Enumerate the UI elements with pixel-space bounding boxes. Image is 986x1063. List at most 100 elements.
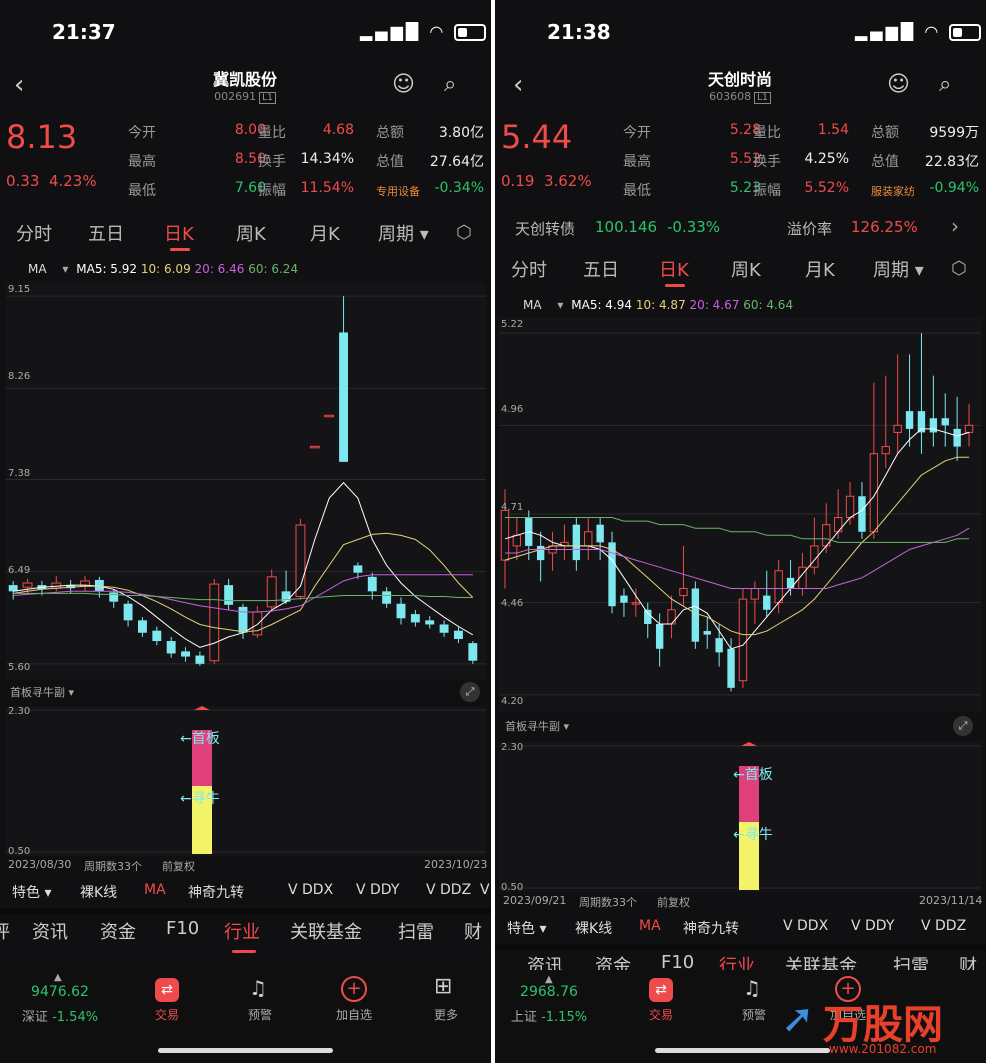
sub-label-first-board: ←首板: [180, 731, 220, 747]
quote-key: 总额: [871, 125, 899, 141]
news-tab-4[interactable]: 行业: [224, 918, 260, 944]
quote-value: 11.54%: [300, 180, 354, 196]
robot-icon[interactable]: ☺: [392, 72, 415, 97]
back-icon[interactable]: ‹: [513, 70, 523, 100]
bell-icon[interactable]: ♫: [743, 976, 761, 1000]
news-tab-3[interactable]: F10: [166, 918, 199, 939]
tab-period-3[interactable]: 周K: [236, 220, 266, 246]
cycles-count: 周期数33个: [84, 860, 142, 873]
nav-more[interactable]: 更多: [424, 1006, 468, 1023]
tab-period-3[interactable]: 周K: [731, 256, 761, 282]
chevron-right-icon[interactable]: ›: [951, 214, 959, 238]
robot-icon[interactable]: ☺: [887, 72, 910, 97]
candle: [195, 651, 205, 666]
ma-dropdown-icon[interactable]: ▾: [557, 298, 563, 312]
tab-period-2[interactable]: 日K: [164, 220, 194, 246]
collapse-arrow-icon[interactable]: ▲: [54, 972, 62, 983]
premium-label: 溢价率: [787, 220, 833, 238]
feature-tab-0[interactable]: 特色 ▾: [12, 882, 51, 902]
stock-name: 冀凯股份: [212, 70, 277, 89]
sub-indicator-title[interactable]: 首板寻牛副 ▾: [505, 718, 569, 734]
feature-tab-3[interactable]: 神奇九转: [683, 918, 739, 938]
tab-period-4[interactable]: 月K: [310, 220, 340, 246]
sub-label-find-bull: ←寻牛: [733, 827, 773, 843]
tab-period-4[interactable]: 月K: [805, 256, 835, 282]
feature-tab-3[interactable]: 神奇九转: [188, 882, 244, 902]
feature-tab-2[interactable]: MA: [639, 918, 661, 934]
feature-tab-6[interactable]: V DDZ: [426, 882, 471, 898]
kline-chart[interactable]: [499, 318, 981, 712]
quote-value: 5.52%: [804, 180, 849, 196]
end-date: 2023/11/14: [919, 894, 983, 907]
tab-period-0[interactable]: 分时: [16, 220, 52, 246]
candle: [224, 578, 234, 610]
search-icon[interactable]: ⌕: [939, 72, 951, 97]
nav-add-watch[interactable]: 加自选: [326, 1006, 382, 1023]
bond-pct: -0.33%: [667, 218, 721, 236]
back-icon[interactable]: ‹: [14, 70, 24, 100]
candle: [548, 531, 557, 571]
kline-chart[interactable]: [6, 283, 486, 679]
convertible-bond-row[interactable]: 天创转债 100.146 -0.33% 溢价率 126.25% ›: [495, 210, 986, 244]
watermark-url: www.201082.com: [829, 1042, 937, 1056]
candle: [439, 620, 449, 637]
news-tab-7[interactable]: 财: [464, 918, 482, 944]
bell-icon[interactable]: ♫: [249, 976, 267, 1000]
expand-icon[interactable]: ⤢: [953, 716, 973, 736]
bond-name: 天创转债: [515, 220, 576, 238]
feature-tab-2[interactable]: MA: [144, 882, 166, 898]
nav-trade[interactable]: 交易: [639, 1006, 683, 1023]
settings-hex-icon[interactable]: ⬡: [951, 258, 967, 279]
expand-icon[interactable]: ⤢: [460, 682, 480, 702]
tab-period-2[interactable]: 日K: [659, 256, 689, 282]
tab-period-0[interactable]: 分时: [511, 256, 547, 282]
watermark-logo: ➚ 万股网 www.201082.com: [773, 990, 983, 1060]
feature-tab-6[interactable]: V DDZ: [921, 918, 966, 934]
ma-dropdown-icon[interactable]: ▾: [62, 262, 68, 276]
search-icon[interactable]: ⌕: [444, 72, 456, 97]
feature-tab-1[interactable]: 裸K线: [575, 918, 612, 938]
ma20-value: 20: 4.67: [689, 298, 740, 312]
index-value[interactable]: 2968.76: [499, 984, 599, 1000]
trade-icon[interactable]: ⇄: [649, 978, 673, 1002]
feature-tab-1[interactable]: 裸K线: [80, 882, 117, 902]
trade-icon[interactable]: ⇄: [155, 978, 179, 1002]
feature-tab-4[interactable]: V DDX: [288, 882, 333, 898]
nav-trade[interactable]: 交易: [145, 1006, 189, 1023]
candle: [468, 641, 478, 664]
feature-tab-4[interactable]: V DDX: [783, 918, 828, 934]
nav-alert[interactable]: 预警: [238, 1006, 282, 1023]
sub-indicator-title[interactable]: 首板寻牛副 ▾: [10, 684, 74, 700]
news-tab-5[interactable]: 关联基金: [290, 918, 362, 944]
candle: [608, 531, 616, 614]
candle: [869, 382, 879, 539]
nav-alert[interactable]: 预警: [732, 1006, 776, 1023]
tab-period-1[interactable]: 五日: [88, 220, 124, 246]
y-axis-label: 4.20: [501, 696, 524, 707]
quote-key: 专用设备: [376, 185, 420, 198]
feature-tab-0[interactable]: 特色 ▾: [507, 918, 546, 938]
news-tab-6[interactable]: 扫雷: [398, 918, 434, 944]
news-tab-0[interactable]: 评: [0, 918, 10, 944]
index-name-row[interactable]: 上证 -1.15%: [499, 1006, 599, 1025]
index-value[interactable]: 9476.62: [10, 984, 110, 1000]
candle: [929, 375, 938, 447]
tab-period-5[interactable]: 周期 ▾: [378, 220, 429, 246]
home-indicator[interactable]: [158, 1048, 333, 1053]
candle: [786, 560, 795, 596]
news-tab-1[interactable]: 资讯: [32, 918, 68, 944]
tab-period-1[interactable]: 五日: [583, 256, 619, 282]
feature-tab-7[interactable]: V: [480, 882, 490, 898]
feature-tab-5[interactable]: V DDY: [851, 918, 894, 934]
news-tab-2[interactable]: 资金: [100, 918, 136, 944]
y-axis-label: 7.38: [8, 468, 31, 479]
grid-icon[interactable]: ⊞: [434, 974, 452, 999]
add-watch-icon[interactable]: +: [341, 976, 367, 1002]
candle: [596, 517, 604, 561]
stock-header: 天创时尚 603608 L1: [615, 66, 865, 104]
last-price: 5.44: [501, 118, 573, 156]
settings-hex-icon[interactable]: ⬡: [456, 222, 472, 243]
tab-period-5[interactable]: 周期 ▾: [873, 256, 924, 282]
feature-tab-5[interactable]: V DDY: [356, 882, 399, 898]
index-name-row[interactable]: 深证 -1.54%: [10, 1006, 110, 1025]
